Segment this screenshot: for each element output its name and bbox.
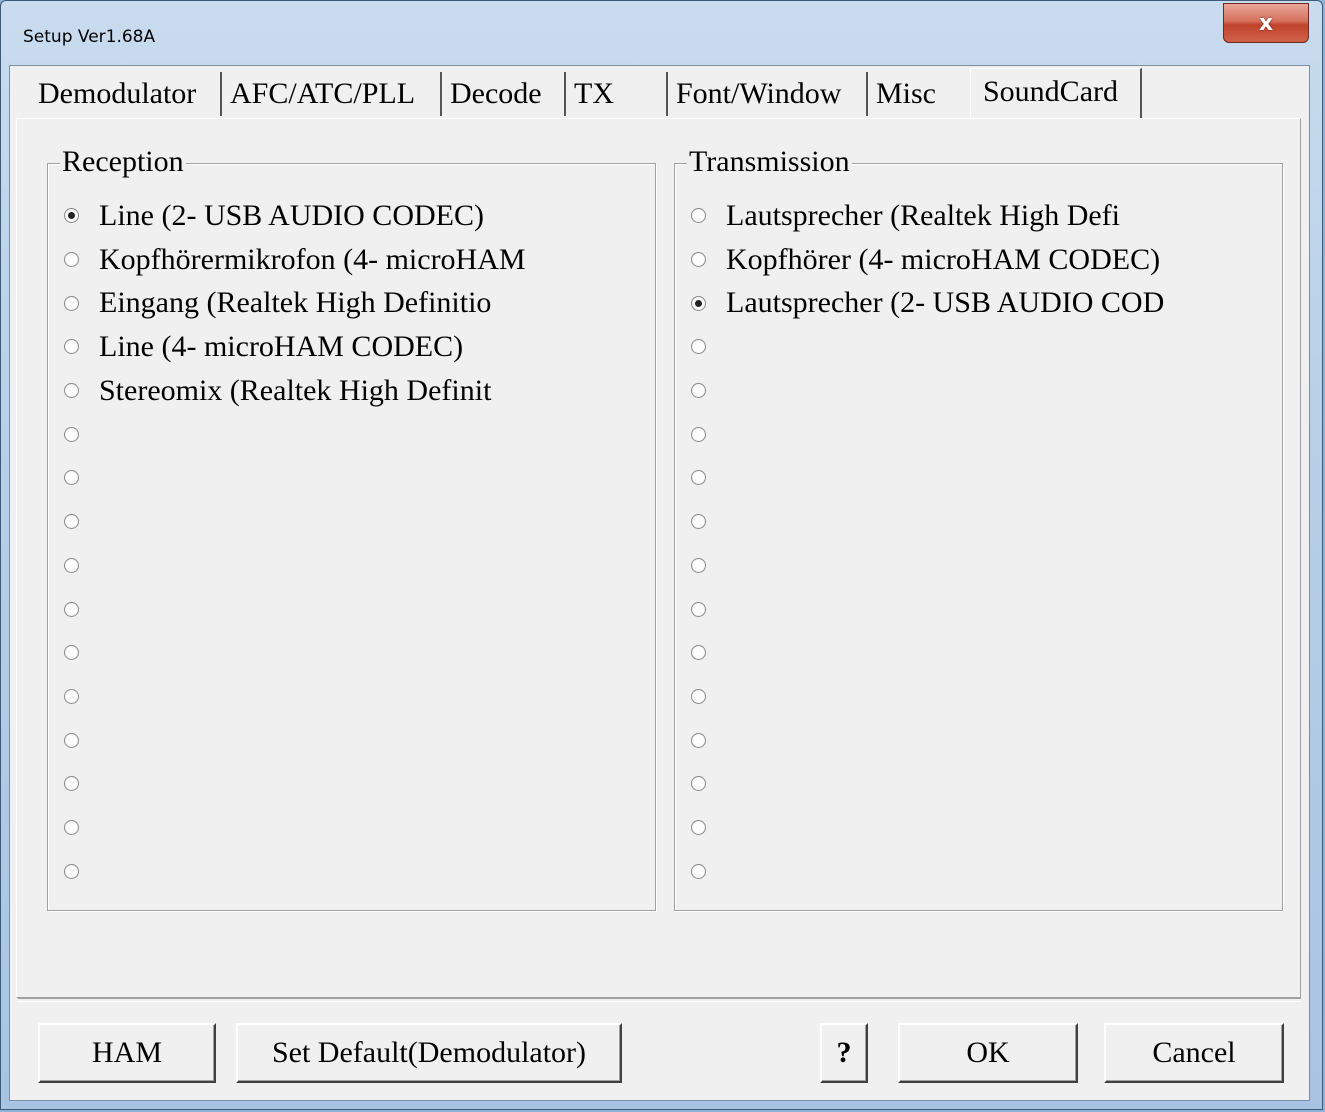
reception-option-label: Eingang (Realtek High Definitio (99, 286, 492, 320)
reception-option[interactable] (64, 762, 526, 806)
radio-button-icon[interactable] (691, 863, 706, 879)
radio-button-icon[interactable] (64, 819, 79, 835)
transmission-option[interactable] (691, 369, 1164, 413)
help-button[interactable]: ? (820, 1023, 868, 1083)
radio-button-icon[interactable] (691, 295, 706, 311)
radio-button-icon[interactable] (64, 557, 79, 573)
radio-button-icon[interactable] (64, 776, 79, 792)
reception-option[interactable]: Line (4- microHAM CODEC) (64, 325, 526, 369)
radio-button-icon[interactable] (64, 208, 79, 224)
transmission-option[interactable]: Lautsprecher (2- USB AUDIO COD (691, 281, 1164, 325)
reception-option[interactable] (64, 718, 526, 762)
radio-button-icon[interactable] (64, 295, 79, 311)
reception-option[interactable] (64, 806, 526, 850)
transmission-option[interactable] (691, 718, 1164, 762)
tab-font-window[interactable]: Font/Window (668, 72, 868, 116)
radio-button-icon[interactable] (64, 383, 79, 399)
radio-button-icon[interactable] (64, 252, 79, 268)
radio-button-icon[interactable] (64, 732, 79, 748)
radio-button-icon[interactable] (691, 645, 706, 661)
transmission-option[interactable] (691, 500, 1164, 544)
dialog-client: Demodulator AFC/ATC/PLL Decode TX Font/W… (9, 65, 1310, 1101)
setup-window: Setup Ver1.68A x Demodulator AFC/ATC/PLL… (0, 0, 1323, 1110)
radio-button-icon[interactable] (64, 514, 79, 530)
radio-button-icon[interactable] (691, 688, 706, 704)
reception-option[interactable] (64, 849, 526, 893)
radio-button-icon[interactable] (64, 688, 79, 704)
radio-button-icon[interactable] (691, 426, 706, 442)
reception-option[interactable] (64, 456, 526, 500)
transmission-option[interactable]: Lautsprecher (Realtek High Defi (691, 194, 1164, 238)
radio-button-icon[interactable] (691, 470, 706, 486)
cancel-button[interactable]: Cancel (1104, 1023, 1284, 1083)
transmission-option[interactable] (691, 412, 1164, 456)
reception-option[interactable]: Line (2- USB AUDIO CODEC) (64, 194, 526, 238)
transmission-option[interactable] (691, 325, 1164, 369)
reception-option-label: Stereomix (Realtek High Definit (99, 373, 492, 407)
reception-option[interactable]: Eingang (Realtek High Definitio (64, 281, 526, 325)
transmission-options: Lautsprecher (Realtek High Defi Kopfhörer… (691, 194, 1164, 893)
radio-button-icon[interactable] (64, 470, 79, 486)
transmission-option[interactable] (691, 456, 1164, 500)
transmission-option[interactable] (691, 806, 1164, 850)
tab-misc[interactable]: Misc (868, 72, 970, 116)
radio-button-icon[interactable] (64, 863, 79, 879)
reception-option[interactable]: Kopfhörermikrofon (4- microHAM (64, 238, 526, 282)
reception-option[interactable] (64, 675, 526, 719)
reception-option[interactable] (64, 587, 526, 631)
reception-option-label: Line (4- microHAM CODEC) (99, 329, 464, 363)
soundcard-page: Reception Line (2- USB AUDIO CODEC) Kopfh… (16, 118, 1301, 998)
window-title: Setup Ver1.68A (23, 27, 156, 47)
tab-afc-atc-pll[interactable]: AFC/ATC/PLL (222, 72, 442, 116)
radio-button-icon[interactable] (64, 426, 79, 442)
reception-options: Line (2- USB AUDIO CODEC) Kopfhörermikrof… (64, 194, 526, 893)
radio-button-icon[interactable] (691, 514, 706, 530)
transmission-option[interactable] (691, 762, 1164, 806)
radio-button-icon[interactable] (691, 208, 706, 224)
reception-option-label: Line (2- USB AUDIO CODEC) (99, 198, 484, 232)
close-button[interactable]: x (1223, 3, 1309, 43)
transmission-option-label: Lautsprecher (2- USB AUDIO COD (726, 286, 1165, 320)
transmission-option[interactable] (691, 631, 1164, 675)
reception-option[interactable] (64, 631, 526, 675)
reception-option[interactable] (64, 412, 526, 456)
ok-button[interactable]: OK (898, 1023, 1078, 1083)
close-icon: x (1258, 10, 1274, 36)
tab-demodulator[interactable]: Demodulator (30, 72, 222, 116)
set-default-button[interactable]: Set Default(Demodulator) (236, 1023, 622, 1083)
radio-button-icon[interactable] (691, 732, 706, 748)
radio-button-icon[interactable] (691, 601, 706, 617)
tab-tx[interactable]: TX (566, 72, 668, 116)
transmission-title: Transmission (687, 144, 852, 180)
transmission-option[interactable] (691, 849, 1164, 893)
reception-title: Reception (60, 144, 186, 180)
reception-option[interactable] (64, 544, 526, 588)
radio-button-icon[interactable] (691, 557, 706, 573)
reception-option[interactable]: Stereomix (Realtek High Definit (64, 369, 526, 413)
radio-button-icon[interactable] (691, 776, 706, 792)
radio-button-icon[interactable] (691, 252, 706, 268)
radio-button-icon[interactable] (64, 645, 79, 661)
transmission-option[interactable] (691, 587, 1164, 631)
reception-option-label: Kopfhörermikrofon (4- microHAM (99, 242, 526, 276)
tab-strip: Demodulator AFC/ATC/PLL Decode TX Font/W… (10, 66, 1309, 118)
radio-button-icon[interactable] (691, 339, 706, 355)
reception-group: Reception Line (2- USB AUDIO CODEC) Kopfh… (47, 144, 656, 911)
transmission-option[interactable] (691, 675, 1164, 719)
radio-button-icon[interactable] (691, 819, 706, 835)
ham-button[interactable]: HAM (38, 1023, 216, 1083)
title-bar[interactable]: Setup Ver1.68A x (1, 1, 1322, 65)
button-separator (18, 998, 1301, 1002)
transmission-option-label: Lautsprecher (Realtek High Defi (726, 198, 1120, 232)
radio-button-icon[interactable] (691, 383, 706, 399)
tab-decode[interactable]: Decode (442, 72, 566, 116)
transmission-group: Transmission Lautsprecher (Realtek High … (674, 144, 1283, 911)
reception-option[interactable] (64, 500, 526, 544)
transmission-option[interactable] (691, 544, 1164, 588)
radio-button-icon[interactable] (64, 601, 79, 617)
tab-soundcard[interactable]: SoundCard (970, 68, 1142, 118)
radio-button-icon[interactable] (64, 339, 79, 355)
transmission-option-label: Kopfhörer (4- microHAM CODEC) (726, 242, 1161, 276)
transmission-option[interactable]: Kopfhörer (4- microHAM CODEC) (691, 238, 1164, 282)
